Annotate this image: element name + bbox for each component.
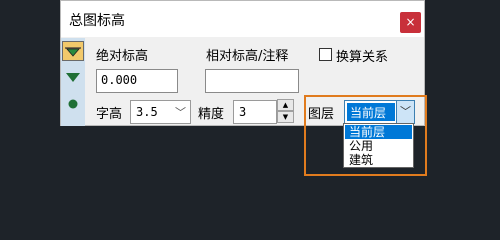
convert-label: 换算关系: [336, 50, 389, 65]
precision-spin-up-button[interactable]: ▲: [277, 99, 294, 111]
dot-icon: [68, 99, 78, 109]
triangle-marker-icon: [65, 47, 81, 57]
relative-elevation-field[interactable]: [205, 69, 299, 93]
convert-checkbox[interactable]: [319, 48, 332, 61]
tool-strip: [61, 38, 85, 126]
close-button[interactable]: ×: [400, 12, 421, 33]
precision-value: 3: [239, 105, 247, 119]
chevron-down-icon: ﹀: [175, 106, 186, 119]
font-height-select[interactable]: 3.5 ﹀: [130, 100, 191, 124]
relative-elevation-label: 相对标高/注释: [206, 49, 289, 64]
absolute-elevation-label: 绝对标高: [96, 49, 149, 64]
highlight-box: [304, 95, 427, 176]
font-height-label: 字高: [96, 107, 123, 122]
dialog-title: 总图标高: [69, 13, 125, 29]
title-bar[interactable]: 总图标高 ×: [61, 1, 424, 37]
precision-label: 精度: [198, 107, 225, 122]
triangle-down-icon: [66, 73, 80, 82]
triangle-down-button[interactable]: [66, 73, 80, 83]
font-height-value: 3.5: [136, 105, 158, 119]
triangle-marker-button[interactable]: [62, 41, 84, 61]
absolute-elevation-field[interactable]: 0.000: [96, 69, 178, 93]
precision-field[interactable]: 3: [233, 100, 277, 124]
dot-button[interactable]: [68, 99, 78, 109]
precision-spin-down-button[interactable]: ▼: [277, 111, 294, 123]
